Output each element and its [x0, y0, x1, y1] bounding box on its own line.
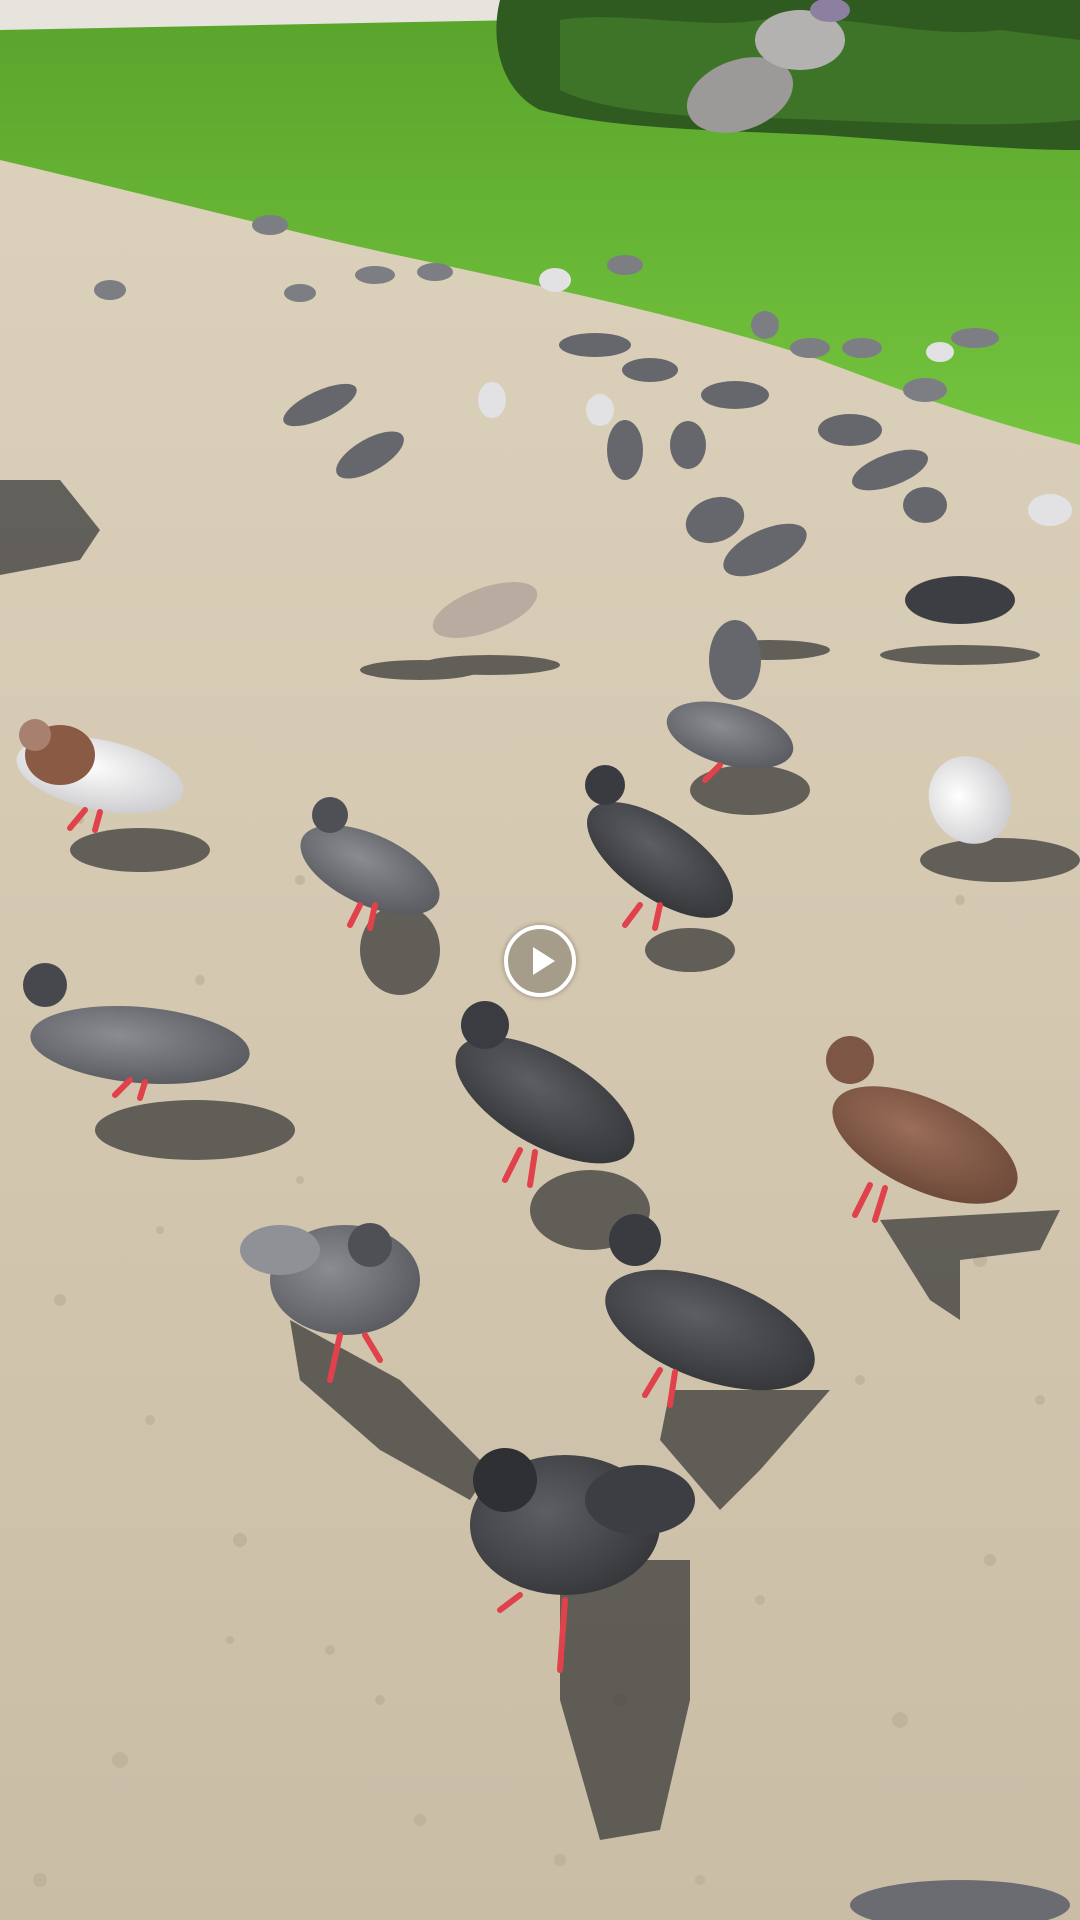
play-icon — [533, 947, 555, 975]
video-viewer[interactable] — [0, 0, 1080, 1920]
play-button[interactable] — [504, 925, 576, 997]
